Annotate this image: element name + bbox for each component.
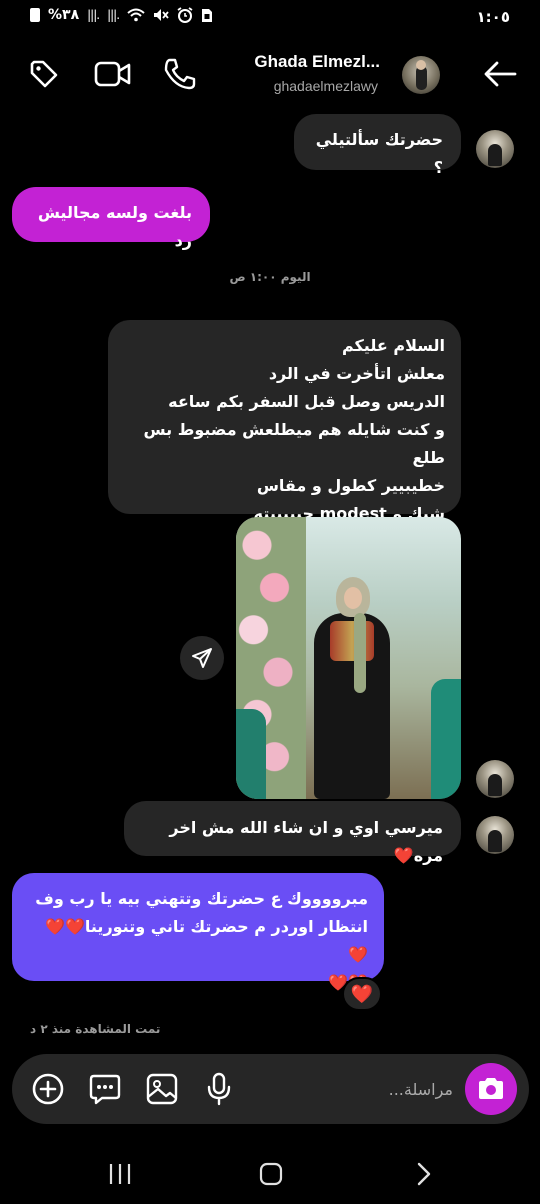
- sim-icon: [202, 8, 213, 22]
- send-icon: [192, 648, 212, 668]
- battery-percent: %٣٨: [48, 7, 80, 23]
- heart-reaction[interactable]: ❤️: [342, 977, 382, 1011]
- figure-scarf: [354, 613, 366, 693]
- message-bubble-outgoing[interactable]: مبرووووك ع حضرتك وتتهني بيه يا رب وف انت…: [12, 873, 384, 992]
- sender-avatar[interactable]: [476, 760, 514, 798]
- message-composer: [12, 1054, 529, 1124]
- message-line: ❤️❤️: [28, 969, 368, 997]
- add-icon[interactable]: [29, 1070, 67, 1108]
- photo-chair-left: [236, 709, 266, 799]
- clock: ١:٠٥: [476, 8, 510, 26]
- contact-username[interactable]: ghadaelmezlawy: [274, 78, 378, 94]
- photo-chair-right: [431, 679, 461, 799]
- message-line: معلش اتأخرت في الرد: [268, 364, 445, 383]
- camera-icon: [479, 1078, 503, 1099]
- gallery-icon[interactable]: [143, 1070, 181, 1108]
- message-bubble-incoming[interactable]: ميرسي اوي و ان شاء الله مش اخر مره❤️: [124, 801, 461, 865]
- microphone-icon[interactable]: [200, 1070, 238, 1108]
- system-nav-bar: [0, 1140, 540, 1204]
- sender-avatar[interactable]: [476, 816, 514, 854]
- message-text: حضرتك سألتيلي ؟: [315, 130, 443, 177]
- chat-header: Ghada Elmezl... ghadaelmezlawy: [0, 40, 540, 110]
- wifi-icon: [127, 8, 145, 22]
- message-text: ميرسي اوي و ان شاء الله مش اخر مره❤️: [169, 818, 443, 865]
- battery-icon: [30, 8, 40, 22]
- message-line: و كنت شايله هم ميطلعش مضبوط بس طلع: [143, 420, 445, 467]
- signal-icon: |||.: [87, 8, 100, 22]
- message-bubble-outgoing[interactable]: بلغت ولسه مجاليش رد: [12, 187, 210, 250]
- back-nav-icon[interactable]: [404, 1156, 444, 1192]
- photo-figure: [300, 577, 404, 799]
- header-avatar[interactable]: [402, 56, 440, 94]
- alarm-icon: [177, 7, 193, 23]
- phone-icon[interactable]: [160, 54, 200, 94]
- status-bar: %٣٨ |||. |||. ١:٠٥: [0, 0, 540, 34]
- signal-icon-2: |||.: [107, 8, 120, 22]
- message-text: بلغت ولسه مجاليش رد: [37, 203, 192, 250]
- sticker-icon[interactable]: [86, 1070, 124, 1108]
- contact-name[interactable]: Ghada Elmezl...: [254, 52, 380, 72]
- camera-button[interactable]: [465, 1063, 517, 1115]
- video-call-icon[interactable]: [93, 54, 133, 94]
- tag-icon[interactable]: [24, 54, 64, 94]
- message-line: انتظار اوردر م حضرتك تاني وتنورينا❤️❤️❤️: [45, 917, 368, 964]
- message-bubble-incoming[interactable]: حضرتك سألتيلي ؟: [294, 114, 461, 177]
- back-arrow-icon[interactable]: [480, 54, 520, 94]
- message-line: مبرووووك ع حضرتك وتتهني بيه يا رب وف: [35, 889, 368, 908]
- sender-avatar[interactable]: [476, 130, 514, 168]
- status-icons: %٣٨ |||. |||.: [30, 7, 213, 23]
- message-input[interactable]: [273, 1076, 453, 1102]
- message-line: الدريس وصل قبل السفر بكم ساعه: [168, 392, 445, 411]
- seen-indicator: تمت المشاهدة منذ ٢ د: [30, 1022, 161, 1036]
- message-bubble-incoming[interactable]: السلام عليكم معلش اتأخرت في الرد الدريس …: [108, 320, 461, 523]
- figure-embroidery: [330, 621, 374, 661]
- share-button[interactable]: [180, 636, 224, 680]
- photo-message[interactable]: [236, 517, 461, 799]
- recents-icon[interactable]: [100, 1156, 140, 1192]
- message-line: السلام عليكم: [341, 336, 445, 355]
- message-line: خطيبيير كطول و مقاس: [256, 476, 445, 495]
- message-timestamp: اليوم ١:٠٠ ص: [229, 270, 311, 284]
- home-icon[interactable]: [251, 1156, 291, 1192]
- mute-icon: [154, 9, 169, 21]
- figure-face: [344, 587, 362, 609]
